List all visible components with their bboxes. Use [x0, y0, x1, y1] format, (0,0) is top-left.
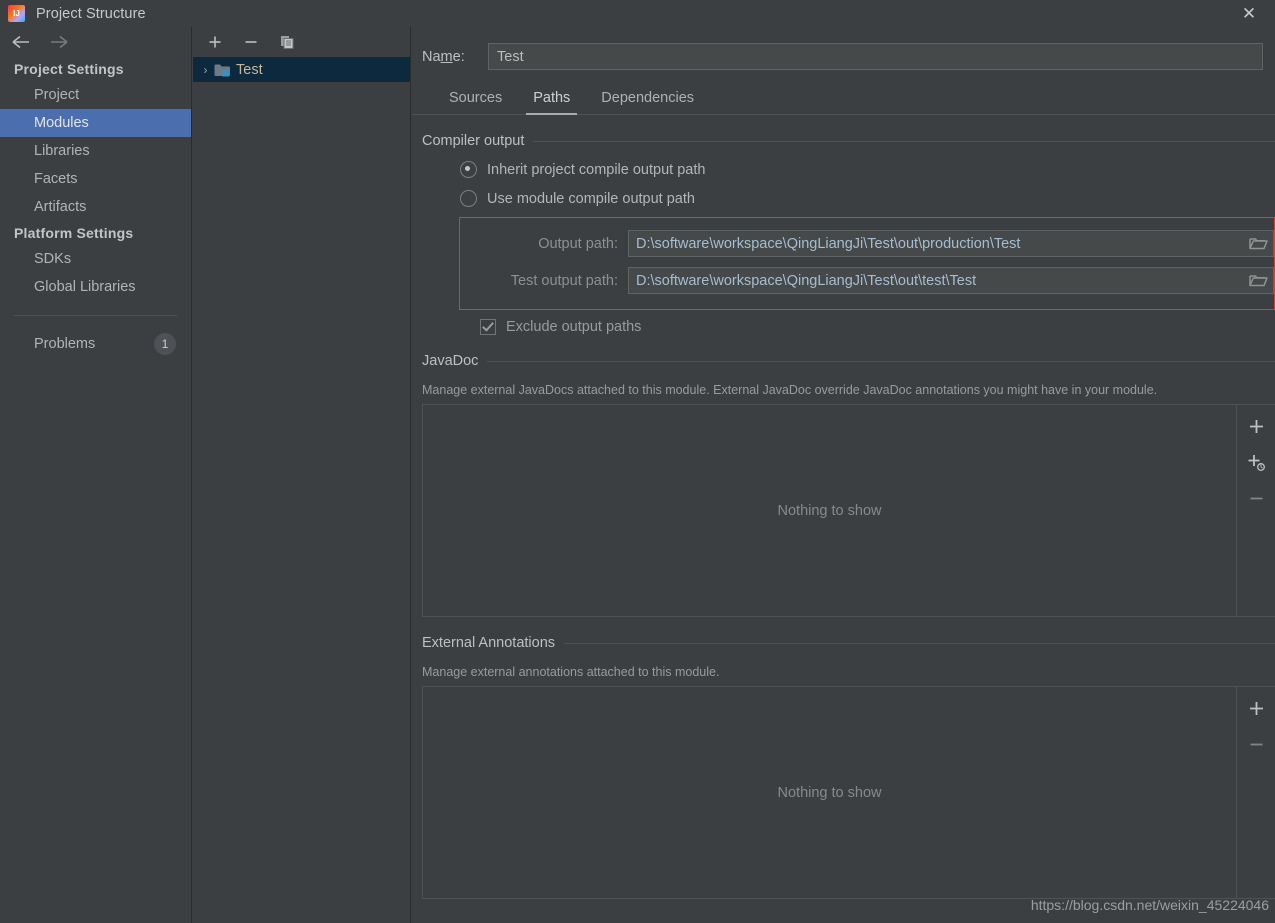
radio-module-output[interactable] [460, 190, 477, 207]
external-annotations-section: External Annotations Manage external ann… [412, 635, 1275, 899]
compiler-output-section: Compiler output Inherit project compile … [412, 133, 1275, 335]
module-name-input[interactable] [488, 43, 1263, 70]
module-tabs: Sources Paths Dependencies [412, 83, 1275, 115]
section-title: JavaDoc [422, 353, 478, 369]
name-label-suffix: e: [453, 49, 465, 65]
project-structure-dialog: Project Structure ✕ Project Settings Pro… [0, 0, 1275, 923]
name-label-prefix: Na [422, 49, 441, 65]
tab-paths[interactable]: Paths [524, 90, 579, 114]
remove-module-button[interactable] [241, 32, 261, 52]
compiler-output-header: Compiler output [422, 133, 1275, 149]
exclude-output-paths-checkbox[interactable] [480, 319, 496, 335]
copy-module-button[interactable] [277, 32, 297, 52]
add-annotation-button[interactable] [1244, 697, 1268, 719]
module-name-row: Name: [412, 27, 1275, 70]
add-module-button[interactable] [205, 32, 225, 52]
window-titlebar: Project Structure ✕ [0, 0, 1275, 27]
section-divider [533, 141, 1275, 142]
sidebar-group-project-settings: Project Settings [0, 57, 191, 81]
folder-browse-icon[interactable] [1243, 231, 1273, 256]
module-output-radio-row[interactable]: Use module compile output path [422, 190, 1275, 207]
sidebar-item-modules[interactable]: Modules [0, 109, 191, 137]
section-title: External Annotations [422, 635, 555, 651]
sidebar-item-problems[interactable]: Problems 1 [0, 330, 191, 358]
settings-sidebar: Project Settings Project Modules Librari… [0, 27, 192, 923]
inherit-output-radio-row[interactable]: Inherit project compile output path [422, 161, 1275, 178]
forward-arrow-icon[interactable] [48, 32, 70, 52]
tab-dependencies[interactable]: Dependencies [592, 90, 703, 114]
watermark-text: https://blog.csdn.net/weixin_45224046 [1031, 897, 1269, 913]
modules-tree-panel: › Test [193, 27, 411, 923]
sidebar-item-sdks[interactable]: SDKs [0, 245, 191, 273]
sidebar-nav-arrows [0, 27, 191, 57]
output-path-row: Output path: D:\software\workspace\QingL… [460, 225, 1274, 262]
chevron-right-icon[interactable]: › [197, 63, 214, 77]
sidebar-item-project[interactable]: Project [0, 81, 191, 109]
window-title: Project Structure [36, 6, 146, 22]
module-name-label: Name: [422, 49, 488, 65]
tree-item-label: Test [236, 62, 263, 78]
tab-sources[interactable]: Sources [440, 90, 511, 114]
test-output-path-field[interactable]: D:\software\workspace\QingLiangJi\Test\o… [628, 267, 1274, 294]
external-annotations-empty-text: Nothing to show [423, 687, 1236, 898]
javadoc-list-box: Nothing to show [422, 404, 1275, 617]
output-path-field[interactable]: D:\software\workspace\QingLiangJi\Test\o… [628, 230, 1274, 257]
sidebar-item-global-libraries[interactable]: Global Libraries [0, 273, 191, 301]
output-paths-highlight-box: Output path: D:\software\workspace\QingL… [459, 217, 1275, 310]
exclude-output-paths-row[interactable]: Exclude output paths [422, 319, 1275, 335]
module-editor-content: Name: Sources Paths Dependencies Compile… [412, 27, 1275, 923]
test-output-path-label: Test output path: [460, 273, 628, 289]
problems-count-badge: 1 [154, 333, 176, 355]
javadoc-section: JavaDoc Manage external JavaDocs attache… [412, 353, 1275, 617]
external-annotations-description: Manage external annotations attached to … [422, 665, 1275, 679]
javadoc-header: JavaDoc [422, 353, 1275, 369]
output-path-value: D:\software\workspace\QingLiangJi\Test\o… [629, 236, 1243, 252]
table-row[interactable]: › Test [193, 57, 410, 82]
exclude-output-paths-label: Exclude output paths [506, 319, 641, 335]
external-annotations-header: External Annotations [422, 635, 1275, 651]
radio-inherit-output-label: Inherit project compile output path [487, 162, 705, 178]
add-javadoc-button[interactable] [1244, 415, 1268, 437]
section-divider [487, 361, 1275, 362]
section-divider [564, 643, 1275, 644]
intellij-idea-icon [8, 5, 25, 22]
sidebar-item-artifacts[interactable]: Artifacts [0, 193, 191, 221]
sidebar-group-platform-settings: Platform Settings [0, 221, 191, 245]
test-output-path-row: Test output path: D:\software\workspace\… [460, 262, 1274, 299]
external-annotations-list-buttons [1236, 687, 1275, 898]
javadoc-description: Manage external JavaDocs attached to thi… [422, 383, 1275, 397]
sidebar-item-facets[interactable]: Facets [0, 165, 191, 193]
javadoc-list-buttons [1236, 405, 1275, 616]
section-title: Compiler output [422, 133, 524, 149]
sidebar-item-label: Problems [34, 330, 95, 358]
folder-browse-icon[interactable] [1243, 268, 1273, 293]
remove-annotation-button[interactable] [1244, 733, 1268, 755]
javadoc-empty-text: Nothing to show [423, 405, 1236, 616]
back-arrow-icon[interactable] [10, 32, 32, 52]
remove-javadoc-button[interactable] [1244, 487, 1268, 509]
sidebar-divider [14, 315, 177, 316]
close-icon[interactable]: ✕ [1231, 0, 1267, 27]
sidebar-item-libraries[interactable]: Libraries [0, 137, 191, 165]
radio-inherit-output[interactable] [460, 161, 477, 178]
name-label-mnemonic: m [441, 49, 453, 65]
external-annotations-list-box: Nothing to show [422, 686, 1275, 899]
add-javadoc-url-button[interactable] [1244, 451, 1268, 473]
test-output-path-value: D:\software\workspace\QingLiangJi\Test\o… [629, 273, 1243, 289]
radio-module-output-label: Use module compile output path [487, 191, 695, 207]
output-path-label: Output path: [460, 236, 628, 252]
module-folder-icon [214, 63, 231, 77]
modules-toolbar [193, 27, 410, 57]
